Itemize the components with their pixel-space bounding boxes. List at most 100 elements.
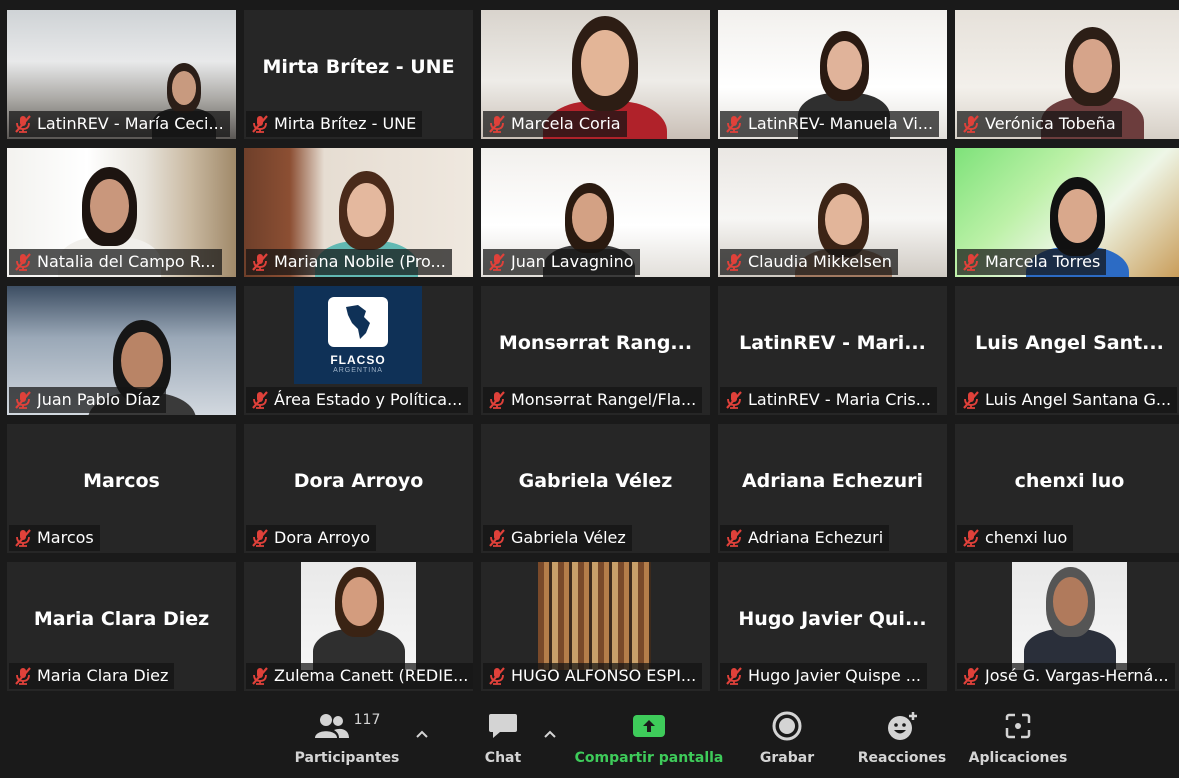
participant-name: Área Estado y Política... xyxy=(274,390,463,409)
participant-tile[interactable]: Marcos Marcos xyxy=(7,424,236,553)
participant-name-label: HUGO ALFONSO ESPI... xyxy=(483,663,703,689)
participant-video xyxy=(1012,562,1127,670)
participant-name-label: LatinREV- Manuela Vi... xyxy=(720,111,940,137)
participant-tile[interactable]: Juan Pablo Díaz xyxy=(7,286,236,415)
participant-name: Marcos xyxy=(37,528,94,547)
participant-name: LatinREV - María Ceci... xyxy=(37,114,224,133)
participants-label: Participantes xyxy=(294,750,400,766)
participant-tile[interactable]: LatinREV - Mari... LatinREV - Maria Cris.… xyxy=(718,286,947,415)
apps-icon xyxy=(1005,713,1031,739)
participant-name-label: Marcela Coria xyxy=(483,111,627,137)
record-label: Grabar xyxy=(759,750,815,766)
flacso-logo: FLACSO ARGENTINA xyxy=(294,286,422,384)
participant-name: Gabriela Vélez xyxy=(511,528,626,547)
participant-tile[interactable]: Gabriela Vélez Gabriela Vélez xyxy=(481,424,710,553)
participant-tile[interactable]: Zulema Canett (REDIE... xyxy=(244,562,473,691)
participant-tile[interactable]: LatinREV - María Ceci... xyxy=(7,10,236,139)
participant-display-name: Monsərrat Rang... xyxy=(498,331,693,354)
participant-video xyxy=(798,26,891,139)
share-screen-label: Compartir pantalla xyxy=(574,750,724,766)
participant-tile[interactable]: Luis Angel Sant... Luis Angel Santana G..… xyxy=(955,286,1179,415)
participant-display-name: Mirta Brítez - UNE xyxy=(262,55,455,78)
participant-display-name: Luis Angel Sant... xyxy=(975,331,1164,354)
participant-name-label: Dora Arroyo xyxy=(246,525,377,551)
participant-name: Juan Pablo Díaz xyxy=(37,390,161,409)
record-button[interactable]: Grabar xyxy=(752,708,822,774)
participant-tile[interactable]: Verónica Tobeña xyxy=(955,10,1179,139)
participants-options-caret[interactable] xyxy=(412,724,432,744)
participant-display-name: Hugo Javier Qui... xyxy=(738,607,927,630)
chat-label: Chat xyxy=(484,750,522,766)
participant-name: Marcela Torres xyxy=(985,252,1101,271)
chat-options-caret[interactable] xyxy=(540,724,560,744)
participant-display-name: chenxi luo xyxy=(1014,469,1125,492)
participant-name: LatinREV- Manuela Vi... xyxy=(748,114,934,133)
participant-tile[interactable]: Claudia Mikkelsen xyxy=(718,148,947,277)
reactions-label: Reacciones xyxy=(857,750,947,766)
participant-tile[interactable]: Marcela Coria xyxy=(481,10,710,139)
participant-name-label: Luis Angel Santana G... xyxy=(957,387,1178,413)
apps-button[interactable]: Aplicaciones xyxy=(966,708,1070,774)
participant-name-label: Mirta Brítez - UNE xyxy=(246,111,423,137)
mic-muted-icon xyxy=(963,667,979,685)
participant-tile[interactable]: HUGO ALFONSO ESPI... xyxy=(481,562,710,691)
participant-name: Mirta Brítez - UNE xyxy=(274,114,417,133)
participant-video xyxy=(313,562,406,670)
participant-name: Verónica Tobeña xyxy=(985,114,1116,133)
participant-display-name: Gabriela Vélez xyxy=(518,469,673,492)
participant-tile[interactable]: Juan Lavagnino xyxy=(481,148,710,277)
participant-video xyxy=(538,562,651,670)
participant-tile[interactable]: Dora Arroyo Dora Arroyo xyxy=(244,424,473,553)
participant-tile[interactable]: Marcela Torres xyxy=(955,148,1179,277)
participant-tile[interactable]: Monsərrat Rang... Monsərrat Rangel/Fla... xyxy=(481,286,710,415)
share-screen-button[interactable]: Compartir pantalla xyxy=(574,708,724,774)
participant-name: Dora Arroyo xyxy=(274,528,371,547)
participant-name: Natalia del Campo R... xyxy=(37,252,216,271)
participant-name: Luis Angel Santana G... xyxy=(985,390,1172,409)
participant-tile[interactable]: Mirta Brítez - UNE Mirta Brítez - UNE xyxy=(244,10,473,139)
participant-name-label: Hugo Javier Quispe ... xyxy=(720,663,928,689)
participant-display-name: LatinREV - Mari... xyxy=(739,331,926,354)
participant-tile[interactable]: FLACSO ARGENTINA Área Estado y Política... xyxy=(244,286,473,415)
participant-name: Marcela Coria xyxy=(511,114,621,133)
participant-name-label: Claudia Mikkelsen xyxy=(720,249,898,275)
participant-name-label: LatinREV - María Ceci... xyxy=(9,111,230,137)
reactions-button[interactable]: Reacciones xyxy=(856,708,948,774)
participant-name-label: LatinREV - Maria Cris... xyxy=(720,387,938,413)
participant-tile[interactable]: Mariana Nobile (Pro... xyxy=(244,148,473,277)
meeting-toolbar: 117 Participantes Chat Compartir pantall… xyxy=(0,702,1179,778)
participants-button[interactable]: 117 Participantes xyxy=(294,708,400,774)
participant-tile[interactable]: Maria Clara Diez Maria Clara Diez xyxy=(7,562,236,691)
mic-muted-icon xyxy=(726,667,742,685)
mic-muted-icon xyxy=(489,529,505,547)
participant-name-label: Marcos xyxy=(9,525,100,551)
chat-button[interactable]: Chat xyxy=(478,708,528,774)
mic-muted-icon xyxy=(15,253,31,271)
participant-name: HUGO ALFONSO ESPI... xyxy=(511,666,697,685)
chat-icon xyxy=(489,714,517,738)
participant-name: chenxi luo xyxy=(985,528,1068,547)
participant-video xyxy=(1024,562,1117,670)
participant-name-label: Verónica Tobeña xyxy=(957,111,1122,137)
participant-name-label: Monsərrat Rangel/Fla... xyxy=(483,387,703,413)
participant-name: Zulema Canett (REDIE... xyxy=(274,666,469,685)
participant-tile[interactable]: chenxi luo chenxi luo xyxy=(955,424,1179,553)
participant-name: Monsərrat Rangel/Fla... xyxy=(511,390,697,409)
mic-muted-icon xyxy=(252,115,268,133)
participant-tile[interactable]: José G. Vargas-Herná... xyxy=(955,562,1179,691)
participant-tile[interactable]: LatinREV- Manuela Vi... xyxy=(718,10,947,139)
participant-tile[interactable]: Hugo Javier Qui... Hugo Javier Quispe ... xyxy=(718,562,947,691)
mic-muted-icon xyxy=(963,529,979,547)
participant-tile[interactable]: Natalia del Campo R... xyxy=(7,148,236,277)
participant-name: Juan Lavagnino xyxy=(511,252,634,271)
record-icon xyxy=(772,711,802,741)
participant-name-label: chenxi luo xyxy=(957,525,1074,551)
mic-muted-icon xyxy=(15,115,31,133)
participant-tile[interactable]: Adriana Echezuri Adriana Echezuri xyxy=(718,424,947,553)
mic-muted-icon xyxy=(726,391,742,409)
mic-muted-icon xyxy=(489,115,505,133)
participant-name: Mariana Nobile (Pro... xyxy=(274,252,446,271)
participant-display-name: Marcos xyxy=(83,469,160,492)
mic-muted-icon xyxy=(489,667,505,685)
participant-name-label: Juan Pablo Díaz xyxy=(9,387,167,413)
